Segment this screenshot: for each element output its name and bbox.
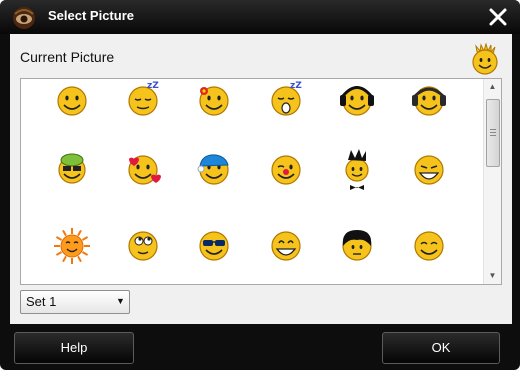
scroll-down-arrow-icon[interactable]: ▼ (487, 271, 498, 281)
ok-button[interactable]: OK (382, 332, 500, 364)
sunglasses-smiley-icon[interactable] (192, 224, 236, 268)
scroll-thumb[interactable] (486, 99, 500, 167)
grin-smiley-icon[interactable] (407, 148, 451, 192)
close-icon[interactable] (486, 5, 510, 29)
svg-text:zZ: zZ (147, 81, 159, 91)
help-button[interactable]: Help (14, 332, 134, 364)
eyes-up-smiley-icon[interactable] (121, 224, 165, 268)
wink-red-nose-smiley-icon[interactable] (264, 148, 308, 192)
hearts-smiley-icon[interactable] (121, 148, 165, 192)
blue-cap-smiley-icon[interactable] (192, 148, 236, 192)
flower-smiley-icon[interactable] (192, 79, 236, 123)
select-picture-dialog: Select Picture Current Picture zZ zZ ▲ ▼ … (0, 0, 520, 370)
headphones-black-smiley-icon[interactable] (335, 79, 379, 123)
svg-text:zZ: zZ (290, 81, 302, 91)
title-bar: Select Picture (0, 0, 520, 34)
sun-smiley-icon[interactable] (50, 224, 94, 268)
scrollbar[interactable]: ▲ ▼ (483, 79, 501, 284)
yawning-smiley-icon[interactable]: zZ (264, 79, 308, 123)
smile-smiley-icon[interactable] (50, 79, 94, 123)
set-select-value: Set 1 (26, 294, 57, 309)
current-picture-label: Current Picture (20, 49, 115, 65)
eye-app-icon (13, 7, 35, 29)
green-hat-smiley-icon[interactable] (50, 148, 94, 192)
set-select-dropdown[interactable]: Set 1 ▼ (20, 290, 130, 314)
big-grin-smiley-icon[interactable] (264, 224, 308, 268)
window-title: Select Picture (48, 8, 134, 23)
scroll-up-arrow-icon[interactable]: ▲ (487, 82, 498, 92)
chevron-down-icon: ▼ (116, 296, 125, 306)
current-picture-spiky-smiley-icon (472, 43, 498, 75)
content-panel: Current Picture zZ zZ ▲ ▼ Set 1 ▼ (10, 34, 512, 324)
content-smiley-icon[interactable] (407, 224, 451, 268)
headphones-dark-smiley-icon[interactable] (407, 79, 451, 123)
black-hair-smiley-icon[interactable] (335, 224, 379, 268)
punk-smiley-icon[interactable] (335, 148, 379, 192)
picture-grid: zZ zZ ▲ ▼ (20, 78, 502, 285)
sleeping-smiley-icon[interactable]: zZ (121, 79, 165, 123)
